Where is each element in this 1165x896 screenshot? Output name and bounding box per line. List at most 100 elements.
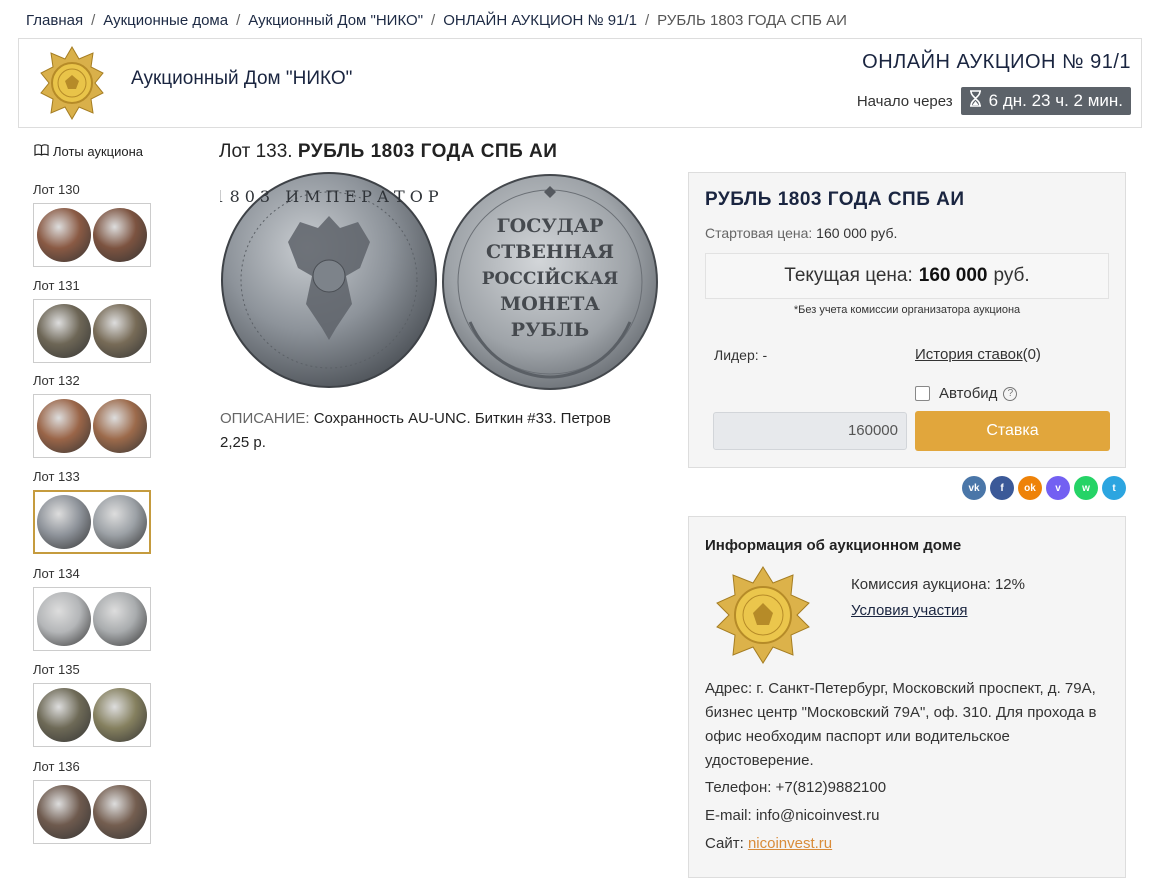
autobid-label[interactable]: Автобид (939, 385, 997, 402)
telegram-icon[interactable]: t (1102, 476, 1126, 500)
breadcrumb-separator: / (644, 12, 650, 29)
lots-nav-label: Лоты аукциона (53, 144, 144, 159)
countdown-badge: 6 дн. 23 ч. 2 мин. (960, 87, 1131, 115)
info-title: Информация об аукционном доме (705, 537, 962, 554)
coin-thumbnail (37, 688, 91, 742)
coin-reverse-line-2: СТВЕННАЯ (486, 241, 614, 263)
lot-thumbnail-label[interactable]: Лот 136 (33, 759, 151, 774)
coin-thumbnail (93, 208, 147, 262)
breadcrumb: Главная / Аукционные дома / Аукционный Дом "… (26, 12, 847, 29)
lot-thumbnail-label[interactable]: Лот 130 (33, 182, 151, 197)
current-price-currency: руб. (993, 265, 1030, 286)
lot-thumbnail-item[interactable]: Лот 136 (33, 759, 151, 844)
lot-thumbnail-item[interactable]: Лот 134 (33, 566, 151, 651)
lot-thumbnail-label[interactable]: Лот 131 (33, 278, 151, 293)
coin-obverse-legend: 1803 ИМПЕРАТОР (220, 187, 444, 206)
lot-thumbnail-image[interactable] (33, 780, 151, 844)
bid-amount-input[interactable]: 160000 (713, 412, 907, 450)
coin-thumbnail (37, 399, 91, 453)
place-bid-button[interactable]: Ставка (915, 411, 1110, 451)
lot-number: Лот 133. (219, 141, 293, 162)
coin-thumbnail (93, 304, 147, 358)
bid-history-link[interactable]: История ставок (915, 346, 1023, 363)
description-label: ОПИСАНИЕ: (220, 410, 310, 427)
countdown-value: 6 дн. 23 ч. 2 мин. (988, 91, 1123, 110)
coin-thumbnail (93, 592, 147, 646)
whatsapp-icon[interactable]: w (1074, 476, 1098, 500)
lot-thumbnail-label[interactable]: Лот 135 (33, 662, 151, 677)
coin-reverse-line-3: РОССІЙСКАЯ (482, 267, 619, 289)
coin-reverse-line-1: ГОСУДАР (497, 215, 604, 237)
lot-thumbnail-item[interactable]: Лот 131 (33, 278, 151, 363)
info-commission: Комиссия аукциона: 12% (851, 576, 1025, 593)
lot-thumbnail-image[interactable] (33, 490, 151, 554)
autobid-checkbox[interactable] (915, 386, 930, 401)
countdown-label: Начало через (856, 92, 953, 110)
terms-link[interactable]: Условия участия (851, 602, 967, 619)
vk-icon[interactable]: vk (962, 476, 986, 500)
bid-history-count: (0) (1022, 346, 1041, 363)
odnoklassniki-icon[interactable]: ok (1018, 476, 1042, 500)
lot-thumbnail-label[interactable]: Лот 132 (33, 373, 151, 388)
lot-heading: Лот 133. РУБЛЬ 1803 ГОДА СПБ АИ (219, 141, 557, 163)
info-phone: Телефон: +7(812)9882100 (705, 779, 887, 796)
lot-thumbnail-item[interactable]: Лот 133 (33, 469, 151, 554)
book-icon (34, 144, 49, 159)
lots-nav-title[interactable]: Лоты аукциона (34, 144, 143, 159)
lot-thumbnail-image[interactable] (33, 394, 151, 458)
coin-thumbnail (37, 592, 91, 646)
auction-house-logo[interactable] (39, 45, 105, 121)
hourglass-icon (969, 90, 982, 112)
coin-reverse-line-5: РУБЛЬ (511, 319, 589, 341)
lot-image[interactable]: 1803 ИМПЕРАТОР ГОСУДАР СТВЕННАЯ РОССІЙСК… (214, 172, 660, 392)
breadcrumb-auction-houses[interactable]: Аукционные дома (103, 12, 228, 29)
info-terms: Условия участия (851, 602, 967, 619)
start-price: Стартовая цена: 160 000 руб. (705, 225, 897, 241)
coin-thumbnail (37, 495, 91, 549)
info-address: Адрес: г. Санкт-Петербург, Московский пр… (705, 680, 1097, 769)
viber-icon[interactable]: v (1046, 476, 1070, 500)
help-icon[interactable]: ? (1003, 386, 1018, 401)
coin-reverse-line-4: МОНЕТА (500, 293, 600, 315)
countdown: Начало через 6 дн. 23 ч. 2 мин. (857, 87, 1131, 115)
auction-header: Аукционный Дом "НИКО" ОНЛАЙН АУКЦИОН № 9… (18, 38, 1142, 128)
start-price-label: Стартовая цена: (705, 225, 813, 241)
lot-description: ОПИСАНИЕ: Сохранность AU-UNC. Биткин #33… (220, 407, 640, 455)
breadcrumb-auction-house[interactable]: Аукционный Дом "НИКО" (248, 12, 423, 29)
lot-thumbnail-item[interactable]: Лот 132 (33, 373, 151, 458)
auction-house-name[interactable]: Аукционный Дом "НИКО" (131, 68, 352, 90)
auction-title: ОНЛАЙН АУКЦИОН № 91/1 (862, 51, 1131, 73)
lot-thumbnail-item[interactable]: Лот 130 (33, 182, 151, 267)
share-buttons: vk f ok v w t (962, 476, 1126, 500)
coin-thumbnail (37, 208, 91, 262)
coin-obverse: 1803 ИМПЕРАТОР (214, 172, 444, 388)
info-email: E-mail: info@nicoinvest.ru (705, 807, 880, 824)
breadcrumb-auction[interactable]: ОНЛАЙН АУКЦИОН № 91/1 (443, 12, 637, 29)
bid-history: История ставок(0) (915, 346, 1041, 363)
bid-panel: РУБЛЬ 1803 ГОДА СПБ АИ Стартовая цена: 1… (688, 172, 1126, 468)
lot-thumbnail-image[interactable] (33, 203, 151, 267)
lot-thumbnail-image[interactable] (33, 299, 151, 363)
commission-note: *Без учета комиссии организатора аукцион… (793, 304, 1021, 316)
lot-thumbnail-image[interactable] (33, 587, 151, 651)
breadcrumb-home[interactable]: Главная (26, 12, 83, 29)
facebook-icon[interactable]: f (990, 476, 1014, 500)
coin-thumbnail (93, 495, 147, 549)
lot-thumbnail-label[interactable]: Лот 134 (33, 566, 151, 581)
info-logo (713, 565, 813, 665)
auction-house-info: Информация об аукционном доме Комиссия а… (688, 516, 1126, 878)
lot-thumbnail-image[interactable] (33, 683, 151, 747)
autobid: Автобид ? (915, 385, 1018, 402)
breadcrumb-separator: / (431, 12, 436, 29)
site-link[interactable]: nicoinvest.ru (748, 835, 832, 852)
start-price-value: 160 000 руб. (816, 225, 898, 241)
coin-thumbnail (93, 399, 147, 453)
lot-thumbnail-label[interactable]: Лот 133 (33, 469, 151, 484)
info-site: Сайт: nicoinvest.ru (705, 835, 832, 852)
coin-thumbnail (37, 304, 91, 358)
bid-panel-title: РУБЛЬ 1803 ГОДА СПБ АИ (705, 189, 965, 210)
coin-thumbnail (93, 785, 147, 839)
lot-thumbnail-item[interactable]: Лот 135 (33, 662, 151, 747)
current-price-label: Текущая цена: (784, 265, 913, 286)
coin-reverse: ГОСУДАР СТВЕННАЯ РОССІЙСКАЯ МОНЕТА РУБЛЬ (442, 174, 658, 390)
